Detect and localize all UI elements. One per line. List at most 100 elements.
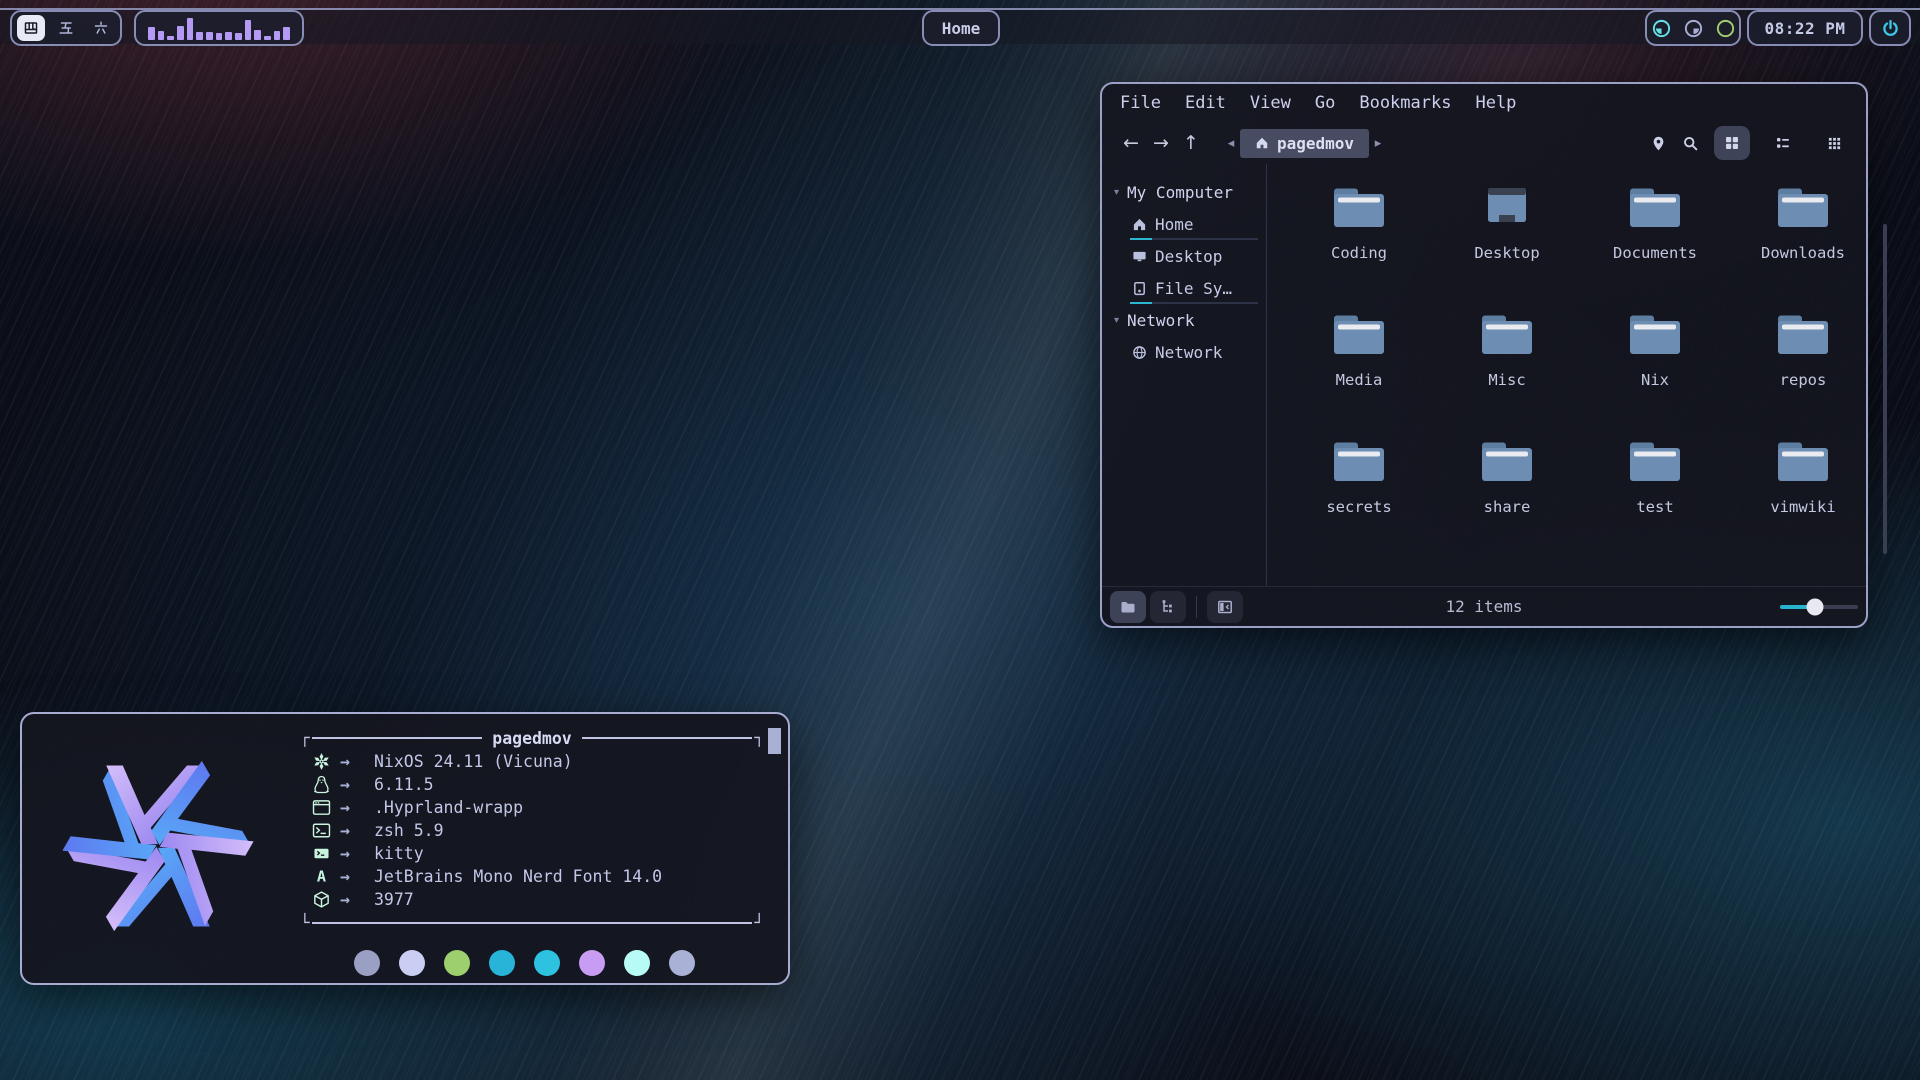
box-corner-tr: ┐ [754,730,764,746]
folder-icon [1774,311,1832,359]
breadcrumb-right-icon[interactable] [1369,136,1387,151]
arrow-icon [340,775,374,794]
folder-label: vimwiki [1770,498,1835,516]
workspace-6-button[interactable] [87,15,115,41]
menu-bar: File Edit View Go Bookmarks Help [1102,84,1866,122]
system-gauges [1645,10,1741,46]
folder-item-media[interactable]: Media [1285,303,1433,430]
fetch-wm-value: .Hyprland-wrapp [374,798,523,817]
sidebar-section-network[interactable]: Network [1102,304,1266,336]
visualizer-bar [274,31,281,40]
zoom-slider[interactable] [1780,598,1858,616]
folder-icon [1626,184,1684,232]
folder-item-desktop[interactable]: Desktop [1433,176,1581,303]
scrollbar-thumb[interactable] [1883,224,1887,554]
toggle-side-pane-button[interactable] [1207,591,1243,623]
workspace-5-button[interactable] [52,15,80,41]
power-icon [1880,18,1901,39]
menu-item-bookmarks[interactable]: Bookmarks [1359,93,1451,113]
fetch-row-os: NixOS 24.11 (Vicuna) [300,750,764,773]
drive-icon [1132,281,1147,296]
audio-visualizer [134,10,304,46]
workspace-switcher[interactable] [10,10,122,46]
toolbar: pagedmov [1102,122,1866,164]
zoom-slider-knob[interactable] [1807,598,1824,615]
menu-item-help[interactable]: Help [1475,93,1516,113]
power-button[interactable] [1869,10,1911,46]
show-tree-button[interactable] [1150,591,1186,623]
menu-item-file[interactable]: File [1120,93,1161,113]
desktop-icon [1478,184,1536,232]
fetch-hostname: pagedmov [484,729,579,748]
fetch-row-packages: 3977 [300,888,764,911]
search-button[interactable] [1682,135,1699,152]
folder-label: Misc [1488,371,1525,389]
folder-item-secrets[interactable]: secrets [1285,430,1433,557]
nix-snowflake-arms [62,761,253,931]
folder-item-downloads[interactable]: Downloads [1729,176,1877,303]
sidebar-item-home[interactable]: Home [1102,208,1266,240]
collapse-arrow-icon[interactable] [1114,187,1119,198]
cpu-gauge-icon [1651,18,1672,39]
fetch-row-shell: zsh 5.9 [300,819,764,842]
folder-icon [1330,311,1388,359]
forward-button[interactable] [1146,132,1176,154]
memory-gauge-icon [1683,18,1704,39]
breadcrumb-home-button[interactable]: pagedmov [1240,129,1369,158]
thumbnail-view-button[interactable] [1816,126,1852,160]
kanji-five-icon [58,20,74,36]
arrow-icon [340,867,374,886]
folder-icon [1774,438,1832,486]
folder-label: repos [1780,371,1827,389]
sidebar-label: Desktop [1155,247,1222,266]
palette-dot [354,950,380,976]
folder-item-documents[interactable]: Documents [1581,176,1729,303]
sidebar-label: Home [1155,215,1194,234]
sidebar-item-network[interactable]: Network [1102,336,1266,368]
menu-item-go[interactable]: Go [1315,93,1335,113]
folder-icon [1478,438,1536,486]
status-bar: 12 items [1102,586,1866,626]
folder-label: Media [1336,371,1383,389]
visualizer-bar [167,36,174,40]
fetch-kernel-value: 6.11.5 [374,775,434,794]
sidebar-section-my-computer[interactable]: My Computer [1102,176,1266,208]
icon-view-button[interactable] [1714,126,1750,160]
folder-item-share[interactable]: share [1433,430,1581,557]
folder-item-repos[interactable]: repos [1729,303,1877,430]
fetch-box-bottom: └ ┘ [300,911,764,935]
location-pin-button[interactable] [1650,135,1667,152]
back-button[interactable] [1116,132,1146,154]
menu-item-edit[interactable]: Edit [1185,93,1226,113]
sidebar-item-desktop[interactable]: Desktop [1102,240,1266,272]
visualizer-bar [196,32,203,40]
folder-item-coding[interactable]: Coding [1285,176,1433,303]
workspace-4-button[interactable] [17,15,45,41]
nixos-logo [62,750,254,942]
menu-item-view[interactable]: View [1250,93,1291,113]
package-icon [312,890,340,909]
nix-snowflake-icon [312,752,340,771]
window-title-text: Home [942,19,981,38]
folder-label: Coding [1331,244,1387,262]
up-button[interactable] [1176,132,1206,154]
folder-icon [1626,438,1684,486]
folder-item-test[interactable]: test [1581,430,1729,557]
section-label: My Computer [1127,183,1233,202]
show-folders-button[interactable] [1110,591,1146,623]
folder-item-vimwiki[interactable]: vimwiki [1729,430,1877,557]
breadcrumb: pagedmov [1222,129,1387,158]
palette-dot [669,950,695,976]
folder-item-misc[interactable]: Misc [1433,303,1581,430]
compact-view-button[interactable] [1765,126,1801,160]
collapse-arrow-icon[interactable] [1114,315,1119,326]
breadcrumb-left-icon[interactable] [1222,136,1240,151]
section-label: Network [1127,311,1194,330]
arrow-icon [340,844,374,863]
fetch-os-value: NixOS 24.11 (Vicuna) [374,752,573,771]
arrow-icon [340,752,374,771]
breadcrumb-label: pagedmov [1277,134,1354,153]
fetch-row-kernel: 6.11.5 [300,773,764,796]
sidebar-item-filesystem[interactable]: File Sy… [1102,272,1266,304]
folder-item-nix[interactable]: Nix [1581,303,1729,430]
